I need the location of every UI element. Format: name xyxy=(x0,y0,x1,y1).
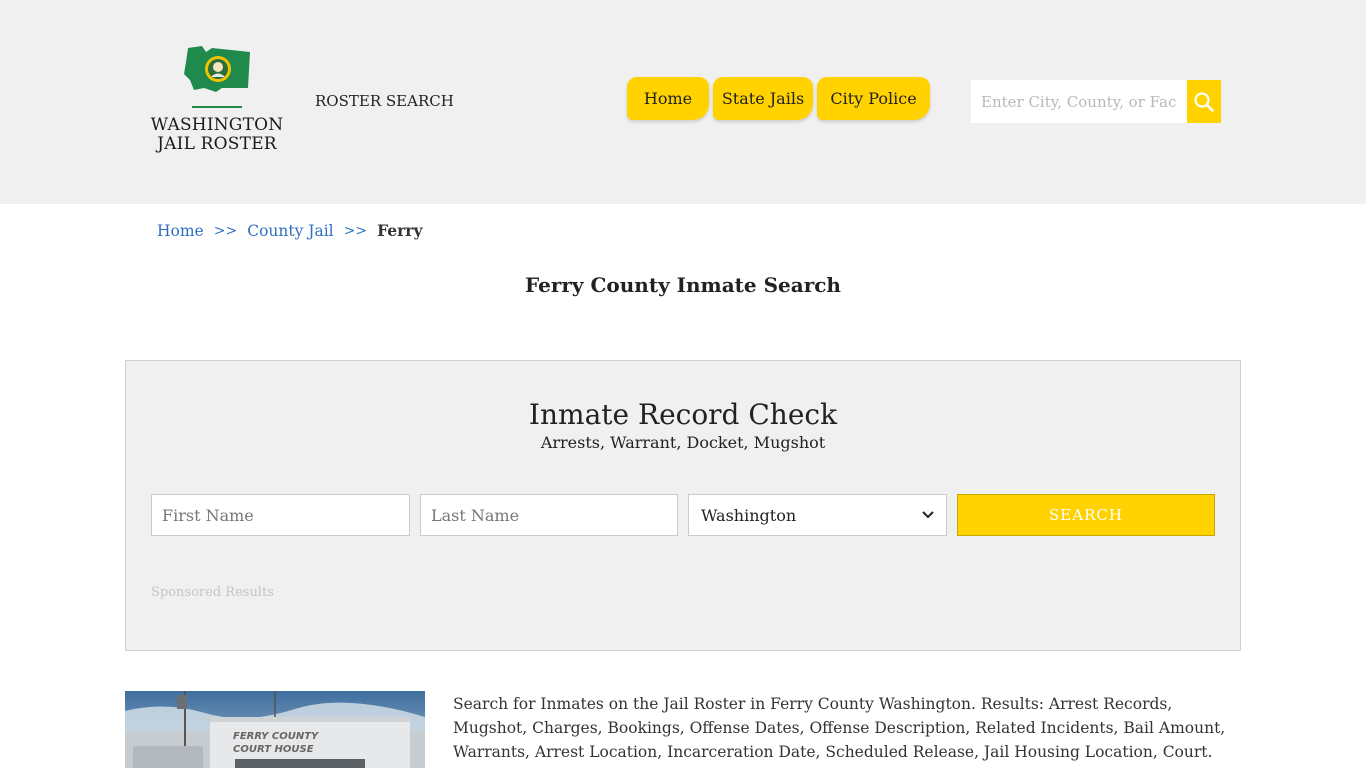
last-name-input[interactable] xyxy=(420,494,678,536)
breadcrumb-county-jail[interactable]: County Jail xyxy=(247,222,333,240)
first-name-input[interactable] xyxy=(151,494,410,536)
search-icon xyxy=(1194,91,1214,112)
state-select-value: Washington xyxy=(701,505,797,525)
page-title: Ferry County Inmate Search xyxy=(525,273,841,297)
washington-map-icon xyxy=(184,46,250,92)
state-select[interactable]: Washington xyxy=(688,494,947,536)
page-description: Search for Inmates on the Jail Roster in… xyxy=(453,695,1226,761)
site-search-input[interactable] xyxy=(971,80,1187,123)
record-check-title: Inmate Record Check xyxy=(528,398,838,431)
courthouse-photo: FERRY COUNTY COURT HOUSE xyxy=(125,691,425,768)
inmate-record-check: Inmate Record Check Arrests, Warrant, Do… xyxy=(125,360,1241,651)
site-header: WASHINGTON JAIL ROSTER ROSTER SEARCH Hom… xyxy=(0,0,1366,204)
site-search xyxy=(971,80,1221,123)
site-search-button[interactable] xyxy=(1187,80,1221,123)
breadcrumb: Home >> County Jail >> Ferry xyxy=(157,221,422,240)
breadcrumb-separator: >> xyxy=(213,222,238,239)
breadcrumb-home[interactable]: Home xyxy=(157,222,204,240)
sponsored-label: Sponsored Results xyxy=(151,585,274,600)
photo-sign-line1: FERRY COUNTY xyxy=(233,731,320,742)
site-logo[interactable]: WASHINGTON JAIL ROSTER xyxy=(148,44,286,158)
photo-sign-line2: COURT HOUSE xyxy=(233,744,314,755)
logo-line1: WASHINGTON xyxy=(150,115,284,135)
chevron-down-icon xyxy=(922,511,934,519)
record-search-button[interactable]: SEARCH xyxy=(957,494,1215,536)
nav-state-jails[interactable]: State Jails xyxy=(713,77,813,120)
nav-home[interactable]: Home xyxy=(627,77,709,120)
main-nav: Home State Jails City Police xyxy=(627,77,934,121)
seal-divider xyxy=(192,106,242,108)
logo-text: WASHINGTON JAIL ROSTER xyxy=(148,116,286,154)
roster-search-link[interactable]: ROSTER SEARCH xyxy=(315,92,454,110)
logo-line2: JAIL ROSTER xyxy=(157,134,277,154)
nav-city-police[interactable]: City Police xyxy=(817,77,930,120)
breadcrumb-current: Ferry xyxy=(377,221,423,240)
record-check-subtitle: Arrests, Warrant, Docket, Mugshot xyxy=(540,433,826,452)
breadcrumb-separator: >> xyxy=(343,222,368,239)
